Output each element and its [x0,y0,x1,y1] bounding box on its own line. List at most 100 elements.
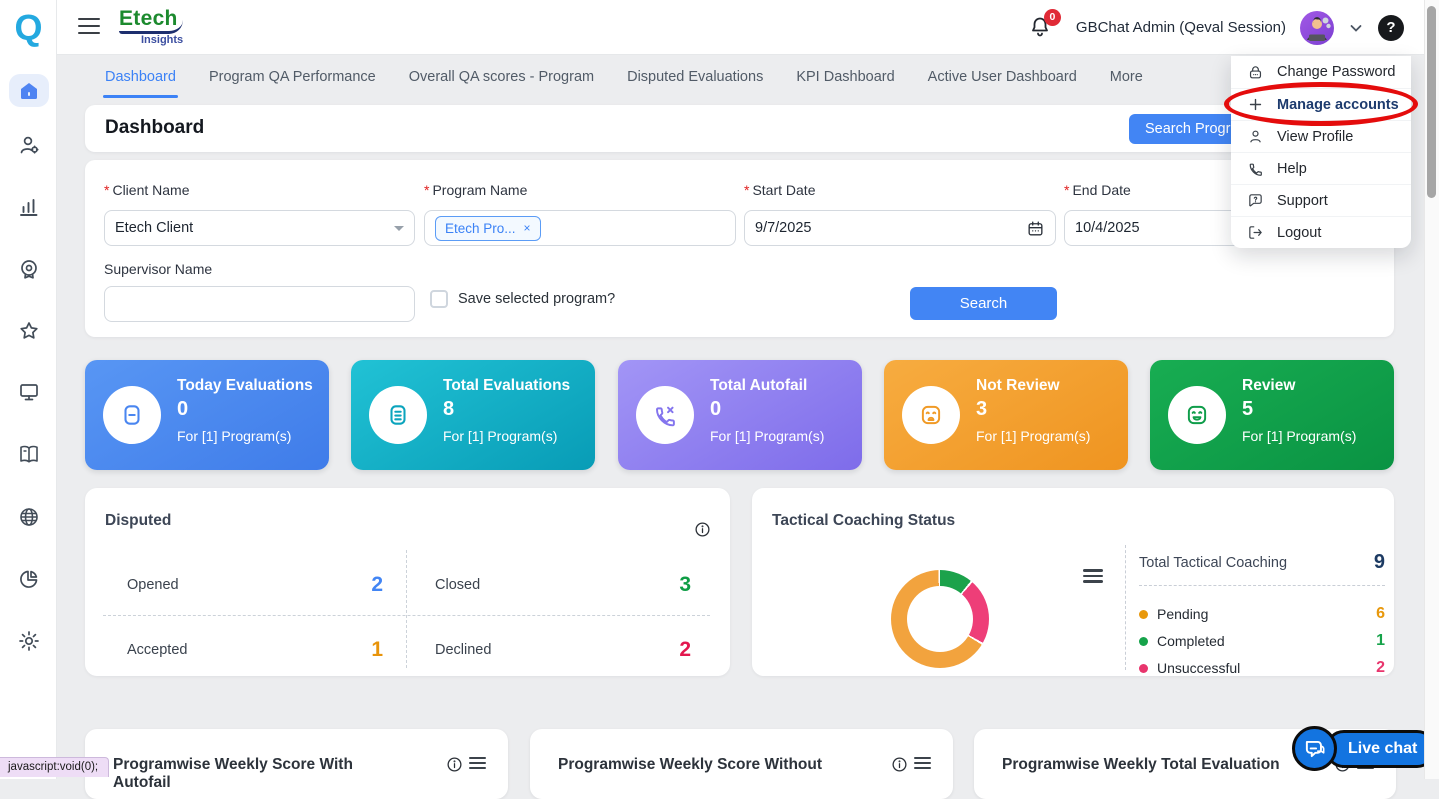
user-session-label: GBChat Admin (Qeval Session) [1076,19,1286,36]
panel-weekly-score-without-autofail: Programwise Weekly Score Without [530,729,953,799]
tab-dashboard[interactable]: Dashboard [105,56,176,98]
stat-card-not-review[interactable]: Not Review 3 For [1] Program(s) [884,360,1128,470]
menu-toggle-icon[interactable] [78,18,100,36]
select-caret-icon [394,226,404,231]
program-name-multiselect[interactable]: Etech Pro... × [424,210,736,246]
tab-active-user-dashboard[interactable]: Active User Dashboard [928,56,1077,98]
sidebar-item-monitoring[interactable] [0,380,57,404]
chip-remove-icon[interactable]: × [524,221,531,235]
stat-subtitle: For [1] Program(s) [177,428,291,444]
panel-weekly-score-with-autofail: Programwise Weekly Score With Autofail [85,729,508,799]
menu-item-change-password[interactable]: Change Password [1231,56,1411,88]
supervisor-name-input[interactable] [104,286,415,322]
person-icon [1246,128,1264,145]
chevron-down-icon[interactable] [1348,20,1364,36]
chart-menu-icon[interactable] [469,757,486,772]
stat-value: 8 [443,398,454,421]
sad-face-icon [918,402,944,428]
start-date-label: *Start Date [744,182,1056,198]
info-icon[interactable] [891,756,908,773]
monitor-icon [17,380,41,404]
legend-item-unsuccessful[interactable]: Unsuccessful 2 [1139,655,1385,681]
chart-menu-icon[interactable] [914,757,931,772]
menu-item-help[interactable]: Help [1231,152,1411,184]
sidebar-item-reports[interactable] [0,195,57,219]
qeval-logo[interactable]: Q [0,6,57,50]
lock-icon [1246,64,1264,81]
sidebar-item-global[interactable] [0,505,57,529]
etech-insights-logo: Etech Insights [119,8,183,46]
save-program-checkbox[interactable] [430,290,448,308]
menu-item-support[interactable]: Support [1231,184,1411,216]
tab-kpi-dashboard[interactable]: KPI Dashboard [796,56,894,98]
logo-text-etech: Etech [119,8,183,34]
info-icon[interactable] [446,756,463,773]
info-icon[interactable] [694,521,711,538]
phone-x-icon [652,402,678,428]
live-chat-button[interactable]: Live chat [1292,726,1436,771]
disputed-title: Disputed [105,512,171,530]
page-scrollbar[interactable] [1424,0,1439,779]
bar-chart-icon [17,195,41,219]
disputed-accepted-row: Accepted 1 [127,635,383,665]
top-bar: Etech Insights 0 GBChat Admin (Qeval Ses… [57,0,1424,55]
divider [1125,545,1126,670]
chart-menu-icon[interactable] [1083,569,1103,586]
stat-value: 0 [710,398,721,421]
menu-item-view-profile[interactable]: View Profile [1231,120,1411,152]
scrollbar-thumb[interactable] [1427,6,1436,198]
help-button[interactable]: ? [1378,15,1404,41]
tab-program-qa-performance[interactable]: Program QA Performance [209,56,376,98]
stat-card-review[interactable]: Review 5 For [1] Program(s) [1150,360,1394,470]
logo-text-insights: Insights [141,35,183,46]
plus-icon [1246,96,1264,113]
list-icon [385,402,411,428]
menu-item-logout[interactable]: Logout [1231,216,1411,248]
stat-title: Total Autofail [710,377,807,395]
globe-icon [17,505,41,529]
tab-disputed-evaluations[interactable]: Disputed Evaluations [627,56,763,98]
stat-card-today-evaluations[interactable]: Today Evaluations 0 For [1] Program(s) [85,360,329,470]
legend-item-completed[interactable]: Completed 1 [1139,628,1385,654]
star-icon [17,319,41,343]
pie-chart-icon [17,567,41,591]
sidebar-item-library[interactable] [0,442,57,466]
live-chat-label: Live chat [1348,740,1417,757]
legend-dot [1139,637,1148,646]
tactical-total-row: Total Tactical Coaching 9 [1139,551,1385,574]
legend-dot [1139,664,1148,673]
happy-face-icon [1184,402,1210,428]
legend-item-pending[interactable]: Pending 6 [1139,601,1385,627]
app-sidebar: Q [0,0,57,779]
divider [1139,585,1385,586]
disputed-declined-row: Declined 2 [435,635,691,665]
tab-more[interactable]: More [1110,56,1143,98]
supervisor-name-label: Supervisor Name [104,261,212,277]
disputed-opened-row: Opened 2 [127,570,383,600]
stat-card-total-autofail[interactable]: Total Autofail 0 For [1] Program(s) [618,360,862,470]
stat-title: Total Evaluations [443,377,570,395]
avatar[interactable] [1300,11,1334,45]
disputed-declined-value: 2 [679,638,691,662]
logout-icon [1246,224,1264,241]
stat-card-total-evaluations[interactable]: Total Evaluations 8 For [1] Program(s) [351,360,595,470]
client-name-select[interactable]: Etech Client [104,210,415,246]
tactical-donut-chart[interactable] [891,570,989,668]
sidebar-item-analytics[interactable] [0,567,57,591]
tab-overall-qa-scores[interactable]: Overall QA scores - Program [409,56,594,98]
sidebar-item-settings[interactable] [0,629,57,653]
stat-value: 0 [177,398,188,421]
divider [103,615,710,616]
search-button[interactable]: Search [910,287,1057,320]
sidebar-item-quality[interactable] [0,257,57,281]
calendar-icon[interactable] [1026,219,1045,238]
stat-title: Not Review [976,377,1060,395]
menu-item-manage-accounts[interactable]: Manage accounts [1231,88,1411,120]
sidebar-item-home[interactable] [0,79,57,103]
book-icon [17,442,41,466]
user-dropdown-menu: Change Password Manage accounts View Pro… [1231,56,1411,248]
start-date-input[interactable]: 9/7/2025 [744,210,1056,246]
sidebar-item-favorites[interactable] [0,319,57,343]
notifications-button[interactable]: 0 [1028,15,1054,41]
sidebar-item-users[interactable] [0,133,57,157]
